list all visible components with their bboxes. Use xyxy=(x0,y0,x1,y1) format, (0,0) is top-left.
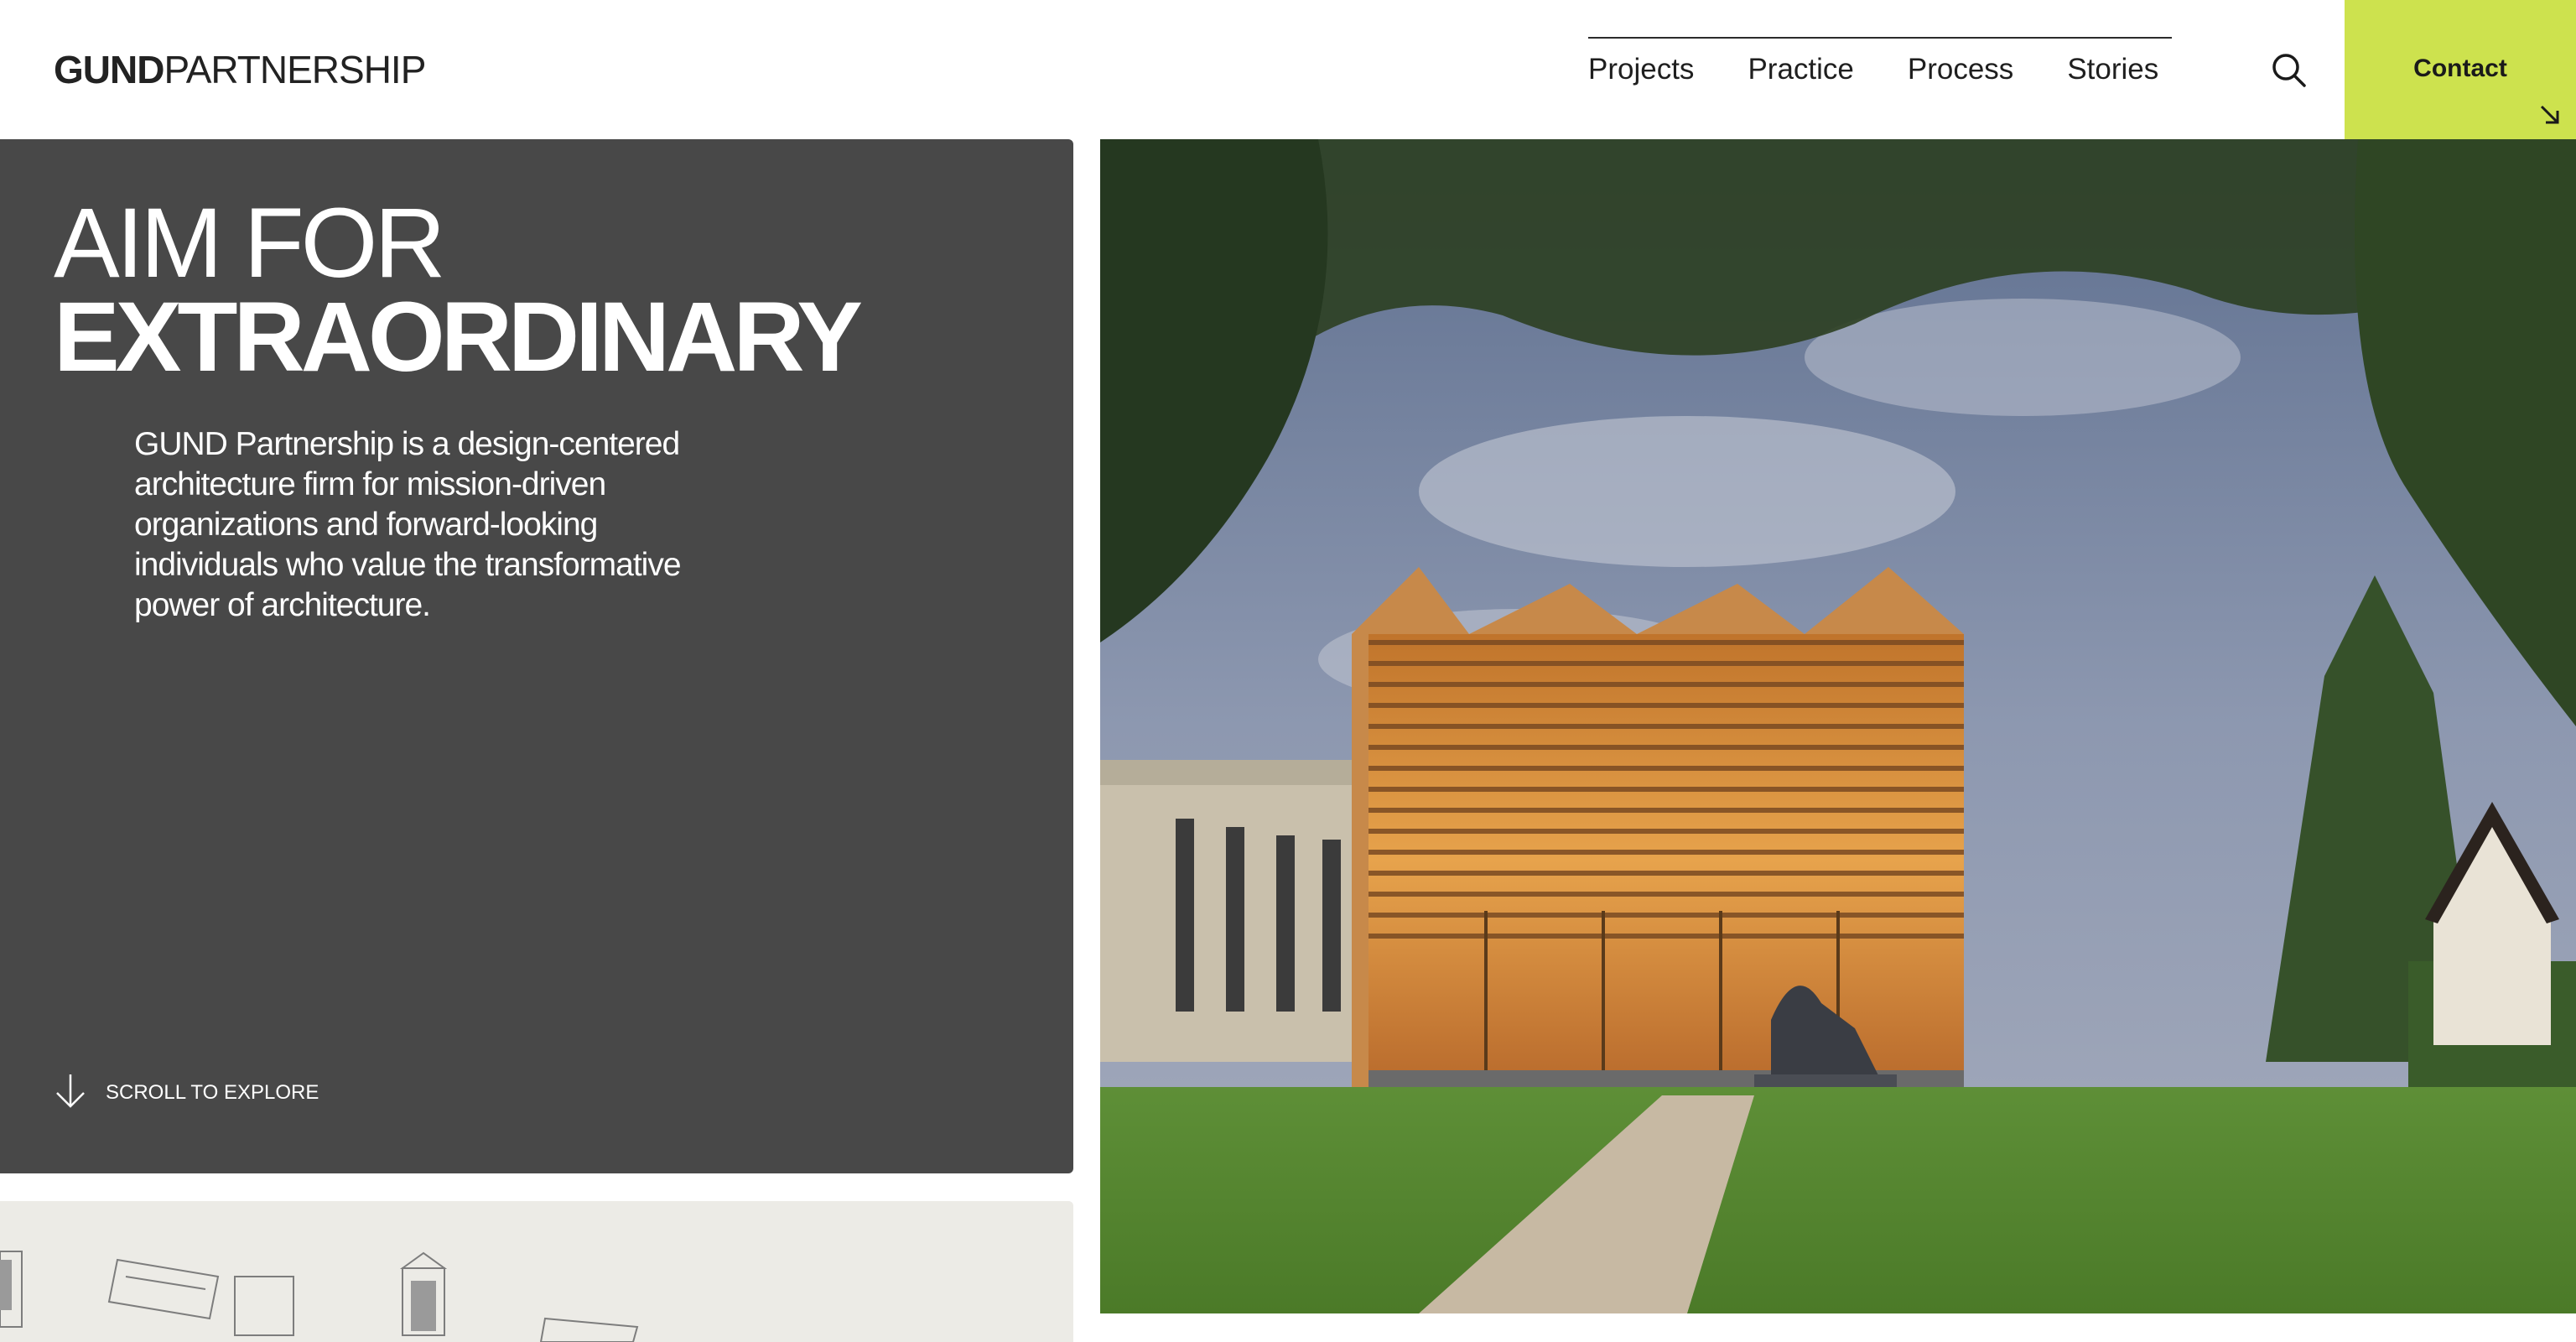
scroll-label: SCROLL TO EXPLORE xyxy=(106,1081,319,1104)
nav-item-process[interactable]: Process xyxy=(1908,49,2013,91)
logo-bold-text: GUND xyxy=(54,48,164,91)
hero-headline-line1: AIM FOR xyxy=(54,188,446,299)
search-icon[interactable] xyxy=(2269,50,2309,91)
main-nav: Projects Practice Process Stories xyxy=(1588,49,2158,91)
scroll-to-explore[interactable]: SCROLL TO EXPLORE xyxy=(54,1074,319,1112)
nav-item-stories[interactable]: Stories xyxy=(2067,49,2158,91)
hero-panel: AIM FOR EXTRAORDINARY GUND Partnership i… xyxy=(0,139,1073,1173)
nav-item-practice[interactable]: Practice xyxy=(1748,49,1853,91)
nav-divider xyxy=(1588,37,2172,39)
logo[interactable]: GUNDPARTNERSHIP xyxy=(54,47,426,92)
drawings-card xyxy=(0,1201,1073,1342)
nav-item-projects[interactable]: Projects xyxy=(1588,49,1694,91)
logo-light-text: PARTNERSHIP xyxy=(164,48,426,91)
arrow-down-icon xyxy=(54,1073,87,1114)
arrow-down-right-icon xyxy=(2539,104,2561,126)
hero-photo xyxy=(1100,139,2576,1313)
contact-button[interactable]: Contact xyxy=(2345,0,2576,139)
site-header: GUNDPARTNERSHIP Projects Practice Proces… xyxy=(0,0,2576,139)
contact-label: Contact xyxy=(2413,55,2507,82)
hero-headline-line2: EXTRAORDINARY xyxy=(54,282,863,393)
hero-intro: GUND Partnership is a design-centered ar… xyxy=(134,426,682,623)
